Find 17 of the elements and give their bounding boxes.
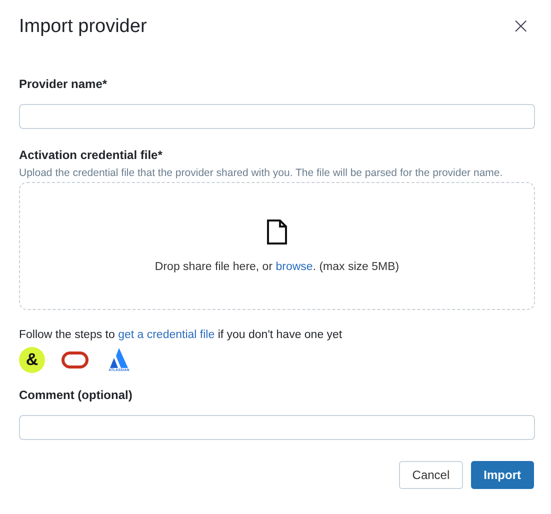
ampersand-logo[interactable]: &	[19, 347, 45, 373]
close-button[interactable]: ×	[508, 17, 534, 37]
field-label: Comment (optional)	[19, 388, 134, 402]
steps-text: Follow the steps to get a credential file if you don't have one yet	[19, 329, 344, 341]
file-drop-zone[interactable]: Drop share file here, or browse. (max size 5MB)	[19, 182, 535, 310]
provider-name-field[interactable]	[19, 104, 535, 129]
field-label: Provider name*	[19, 77, 108, 91]
cancel-button[interactable]: Cancel	[399, 461, 463, 489]
file-icon	[266, 219, 288, 245]
comment-field[interactable]	[19, 415, 535, 440]
import-button[interactable]: Import	[470, 461, 534, 489]
credential-file-link[interactable]: get a credential file	[118, 329, 215, 341]
browse-link[interactable]: browse	[276, 261, 313, 273]
drop-instructions: Drop share file here, or browse. (max size 5MB)	[154, 261, 400, 273]
help-text: Upload the credential file that the provider shared with you. The file will be parsed for the provider name.	[19, 167, 504, 179]
field-label: Activation credential file*	[19, 148, 164, 162]
dialog-title: Import provider	[19, 16, 147, 38]
